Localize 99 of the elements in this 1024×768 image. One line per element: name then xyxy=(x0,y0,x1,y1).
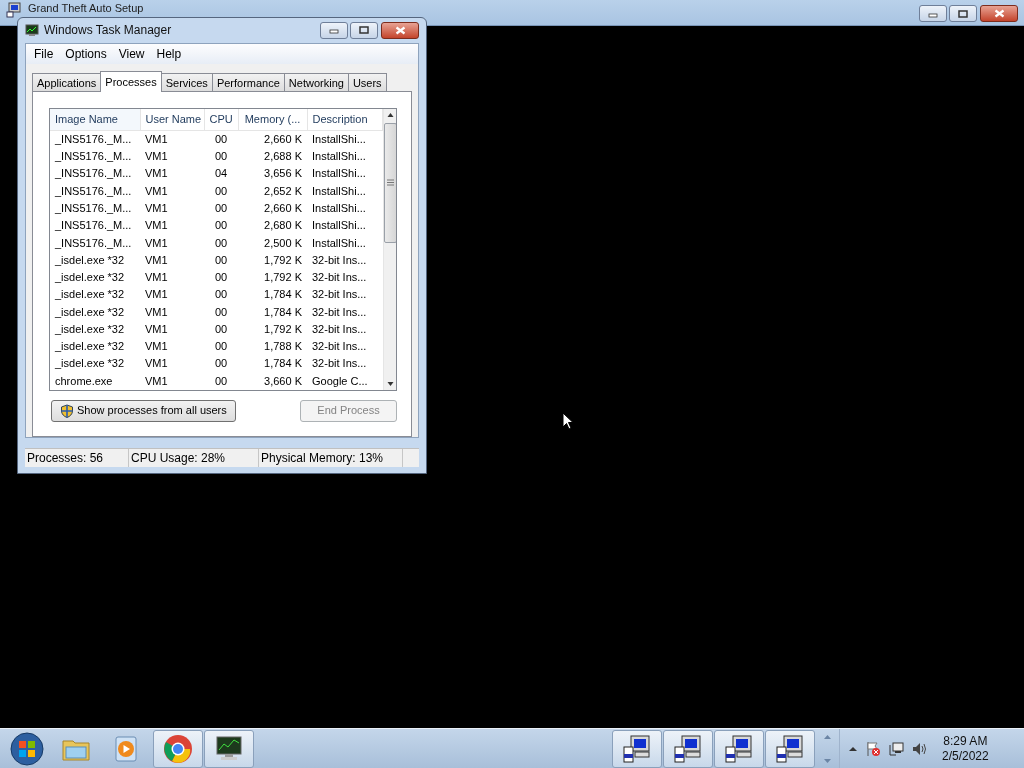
table-cell-text: InstallShi... xyxy=(311,218,367,234)
status-text: CPU Usage: 28% xyxy=(129,448,259,467)
table-cell-text: 1,784 K xyxy=(263,356,303,372)
column-header[interactable]: CPU xyxy=(204,108,238,131)
table-cell-text: VM1 xyxy=(144,201,169,216)
date-text: 2/5/2022 xyxy=(942,748,989,764)
menu-item[interactable]: View xyxy=(112,44,151,63)
clock[interactable]: 8:29 AM 2/5/2022 xyxy=(942,733,989,764)
table-cell-text: _isdel.exe *32 xyxy=(54,304,126,320)
table-cell: 2,660 K xyxy=(238,130,307,148)
table-cell-text: InstallShi... xyxy=(311,183,367,199)
button[interactable]: Show processes from all users xyxy=(51,399,236,422)
table-cell-text: _isdel.exe *32 xyxy=(54,270,126,286)
table-cell: VM1 xyxy=(140,130,204,148)
table-cell-text: 04 xyxy=(213,166,229,182)
table-cell-text: _INS5176._M... xyxy=(54,218,133,234)
table-cell-text: 00 xyxy=(213,183,229,199)
table-cell-text: _INS5176._M... xyxy=(54,201,133,216)
table-cell-text: 00 xyxy=(213,321,229,337)
status-text: Physical Memory: 13% xyxy=(259,448,403,467)
table-cell-text: 2,688 K xyxy=(263,149,303,165)
table-cell-text: 1,784 K xyxy=(263,304,303,320)
column-header[interactable]: Image Name xyxy=(50,108,140,131)
table-cell-text: 00 xyxy=(213,356,229,372)
table-cell-text: 3,656 K xyxy=(263,166,303,182)
table-cell-text: VM1 xyxy=(144,356,169,372)
table-cell-text: 32-bit Ins... xyxy=(311,287,368,303)
table-cell-text: chrome.exe xyxy=(54,373,114,389)
window-title: Windows Task Manager xyxy=(44,22,172,40)
table-cell-text: 2,660 K xyxy=(263,201,303,216)
table-cell-text: 1,784 K xyxy=(263,287,303,303)
table-cell-text: 32-bit Ins... xyxy=(311,321,368,337)
table-cell-text: 1,792 K xyxy=(263,252,303,268)
table-cell-text: _isdel.exe *32 xyxy=(54,356,126,372)
table-cell-text: VM1 xyxy=(144,149,169,165)
table-cell-text: _INS5176._M... xyxy=(54,166,133,182)
table-cell-text: 1,788 K xyxy=(263,339,303,355)
window-title: Grand Theft Auto Setup xyxy=(28,2,144,15)
table-cell-text: _isdel.exe *32 xyxy=(54,339,126,355)
table-cell-text: 1,792 K xyxy=(263,321,303,337)
table-cell-text: InstallShi... xyxy=(311,201,367,216)
table-cell-text: VM1 xyxy=(144,235,169,251)
table-cell-text: VM1 xyxy=(144,166,169,182)
table-cell-text: 00 xyxy=(213,149,229,165)
menu-item[interactable]: File xyxy=(28,44,60,63)
menu-item[interactable]: Help xyxy=(150,44,188,63)
table-cell-text: 1,792 K xyxy=(263,270,303,286)
table-cell-text: 00 xyxy=(213,235,229,251)
time-text: 8:29 AM xyxy=(942,733,989,749)
table-cell: 00 xyxy=(204,130,238,148)
table-cell-text: VM1 xyxy=(144,287,169,303)
table-cell-text: 00 xyxy=(213,339,229,355)
table-cell-text: 32-bit Ins... xyxy=(311,356,368,372)
table-cell-text: 32-bit Ins... xyxy=(311,304,368,320)
table-cell: InstallShi... xyxy=(307,130,382,148)
table-cell-text: 2,680 K xyxy=(263,218,303,234)
table-cell-text: 32-bit Ins... xyxy=(311,270,368,286)
table-cell-text: _INS5176._M... xyxy=(54,149,133,165)
tab[interactable]: Services xyxy=(160,72,213,92)
table-cell-text: VM1 xyxy=(144,304,169,320)
table-cell-text: _isdel.exe *32 xyxy=(54,321,126,337)
table-cell-text: VM1 xyxy=(144,252,169,268)
table-cell-text: 00 xyxy=(213,373,229,389)
table-cell-text: 00 xyxy=(213,252,229,268)
table-cell-text: 32-bit Ins... xyxy=(311,252,368,268)
tab[interactable]: Processes xyxy=(100,70,162,92)
table-cell-text: InstallShi... xyxy=(311,235,367,251)
column-header[interactable]: Memory (... xyxy=(238,108,307,131)
status-text: Processes: 56 xyxy=(25,448,129,467)
table-cell-text: InstallShi... xyxy=(311,149,367,165)
table-cell-text: _INS5176._M... xyxy=(54,183,133,199)
table-cell-text: VM1 xyxy=(144,339,169,355)
table-cell: _INS5176._M... xyxy=(50,130,140,148)
table-cell-text: 2,652 K xyxy=(263,183,303,199)
table-cell-text: 32-bit Ins... xyxy=(311,339,368,355)
table-cell-text: _isdel.exe *32 xyxy=(54,287,126,303)
tab[interactable]: Performance xyxy=(211,72,285,92)
table-cell-text: _INS5176._M... xyxy=(54,235,133,251)
menu-item[interactable]: Options xyxy=(59,44,113,63)
column-header[interactable]: User Name xyxy=(140,108,204,131)
table-cell-text: VM1 xyxy=(144,183,169,199)
table-cell-text: 00 xyxy=(213,304,229,320)
table-cell-text: InstallShi... xyxy=(311,166,367,182)
table-cell-text: 00 xyxy=(213,287,229,303)
table-cell-text: 00 xyxy=(213,270,229,286)
tab[interactable]: Users xyxy=(347,72,387,92)
table-cell-text: VM1 xyxy=(144,270,169,286)
table-cell-text: Google C... xyxy=(311,373,369,389)
tab[interactable]: Applications xyxy=(32,72,102,92)
table-cell-text: 2,500 K xyxy=(263,235,303,251)
tab[interactable]: Networking xyxy=(283,72,349,92)
table-cell-text: VM1 xyxy=(144,321,169,337)
table-cell-text: 00 xyxy=(213,201,229,216)
column-header[interactable]: Description xyxy=(307,108,382,131)
table-cell-text: 00 xyxy=(213,218,229,234)
table-cell-text: _isdel.exe *32 xyxy=(54,252,126,268)
table-cell-text: VM1 xyxy=(144,373,169,389)
table-cell-text: VM1 xyxy=(144,218,169,234)
table-cell-text: 3,660 K xyxy=(263,373,303,389)
